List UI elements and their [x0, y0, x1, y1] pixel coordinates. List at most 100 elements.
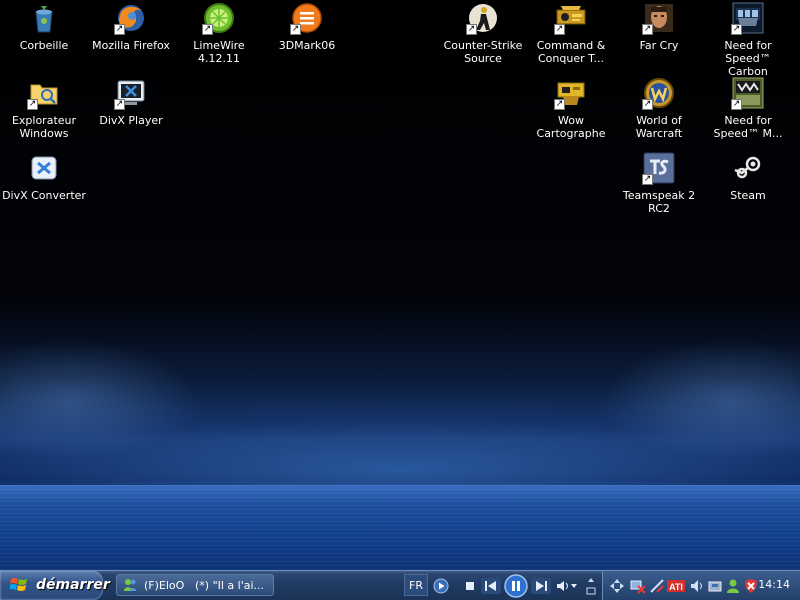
start-label: démarrer — [36, 577, 110, 593]
icon-label: Mozilla Firefox — [92, 39, 170, 52]
previous-icon — [485, 581, 496, 591]
icon-label: DivX Converter — [2, 189, 86, 202]
desktop-icon-counter-strike[interactable]: ↗ Counter-Strike Source — [439, 2, 527, 65]
shortcut-arrow-icon: ↗ — [27, 99, 38, 110]
desktop-icon-firefox[interactable]: ↗ Mozilla Firefox — [87, 2, 175, 52]
icon-label: Wow Cartographe — [536, 114, 606, 140]
divx-converter-icon — [28, 152, 60, 184]
explorer-folder-icon: ↗ — [27, 77, 60, 110]
clock[interactable]: 14:14 — [758, 578, 790, 591]
icon-label: Explorateur Windows — [11, 114, 77, 140]
tray-network-arrows-icon[interactable] — [609, 578, 625, 594]
shortcut-arrow-icon: ↗ — [554, 24, 565, 35]
pause-button[interactable] — [504, 574, 528, 598]
desktop-icon-world-of-warcraft[interactable]: ↗ World of Warcraft — [615, 77, 703, 140]
command-conquer-icon: ↗ — [554, 2, 587, 35]
icon-label: Need for Speed™ Carbon — [724, 39, 772, 78]
restore-arrows-icon — [586, 578, 596, 595]
desktop-icon-explorateur[interactable]: ↗ Explorateur Windows — [0, 77, 88, 140]
shortcut-arrow-icon: ↗ — [642, 174, 653, 185]
icon-label: Command & Conquer T... — [536, 39, 606, 65]
limewire-icon: ↗ — [202, 2, 235, 35]
tray-security-alert-icon[interactable] — [743, 578, 759, 594]
task-contact-name: (F)EloO — [144, 579, 185, 592]
shortcut-arrow-icon: ↗ — [114, 24, 125, 35]
tray-wireless-icon[interactable] — [649, 578, 665, 594]
icon-label: Need for Speed™ M... — [713, 114, 783, 140]
desktop-icon-teamspeak[interactable]: ↗ Teamspeak 2 RC2 — [615, 152, 703, 215]
play-icon — [433, 578, 449, 594]
icon-label: 3DMark06 — [278, 39, 336, 52]
wallpaper-glow-left — [0, 340, 200, 460]
desktop-icon-3dmark[interactable]: ↗ 3DMark06 — [263, 2, 351, 52]
windows-logo-icon — [10, 578, 27, 591]
tray-speaker-icon[interactable] — [689, 578, 705, 594]
desktop-icon-command-conquer[interactable]: ↗ Command & Conquer T... — [527, 2, 615, 65]
tray-network-disconnected-icon[interactable] — [630, 578, 646, 594]
tray-messenger-icon[interactable] — [725, 578, 741, 594]
stop-button[interactable] — [463, 578, 477, 594]
next-button[interactable] — [531, 578, 551, 594]
counter-strike-icon: ↗ — [466, 2, 499, 35]
icon-label: LimeWire 4.12.11 — [193, 39, 245, 65]
icon-label: DivX Player — [99, 114, 163, 127]
system-tray: ATI 14:14 — [602, 571, 800, 600]
taskbar: démarrer (F)EloO (*) "Il a l'ai... FR AT… — [0, 570, 800, 600]
svg-text:ATI: ATI — [669, 582, 683, 592]
media-toolbar-restore-button[interactable] — [585, 575, 597, 597]
divx-player-icon: ↗ — [114, 77, 147, 110]
steam-icon — [732, 152, 764, 184]
icon-label: Steam — [730, 189, 766, 202]
icon-label: World of Warcraft — [635, 114, 683, 140]
shortcut-arrow-icon: ↗ — [466, 24, 477, 35]
tray-ati-icon[interactable]: ATI — [667, 578, 685, 594]
task-window-title: (*) "Il a l'ai... — [195, 579, 265, 592]
wallpaper-glow-right — [600, 340, 800, 460]
desktop-icon-divx-converter[interactable]: DivX Converter — [0, 152, 88, 202]
desktop-icon-far-cry[interactable]: ↗ Far Cry — [615, 2, 703, 52]
far-cry-icon: ↗ — [642, 2, 675, 35]
wow-cartographe-icon: ↗ — [554, 77, 587, 110]
shortcut-arrow-icon: ↗ — [642, 24, 653, 35]
next-icon — [536, 581, 547, 591]
teamspeak-icon: ↗ — [642, 152, 675, 185]
taskbar-window-messenger[interactable]: (F)EloO (*) "Il a l'ai... — [116, 574, 274, 596]
nfs-most-wanted-icon: ↗ — [731, 77, 764, 110]
icon-label: Teamspeak 2 RC2 — [622, 189, 696, 215]
messenger-buddy-icon — [124, 579, 136, 591]
desktop-icon-divx-player[interactable]: ↗ DivX Player — [87, 77, 175, 127]
desktop-icon-nfs-carbon[interactable]: ↗ Need for Speed™ Carbon — [704, 2, 792, 78]
shortcut-arrow-icon: ↗ — [290, 24, 301, 35]
shortcut-arrow-icon: ↗ — [642, 99, 653, 110]
tray-hardware-icon[interactable] — [707, 578, 723, 594]
icon-label: Counter-Strike Source — [443, 39, 523, 65]
volume-button[interactable] — [555, 578, 579, 594]
desktop-icon-limewire[interactable]: ↗ LimeWire 4.12.11 — [175, 2, 263, 65]
pause-icon — [504, 574, 528, 598]
icon-label: Corbeille — [19, 39, 69, 52]
shortcut-arrow-icon: ↗ — [731, 24, 742, 35]
firefox-icon: ↗ — [114, 2, 147, 35]
shortcut-arrow-icon: ↗ — [554, 99, 565, 110]
nfs-carbon-icon: ↗ — [731, 2, 764, 35]
media-player-toolbar — [431, 573, 599, 599]
desktop-icon-corbeille[interactable]: Corbeille — [0, 2, 88, 52]
previous-button[interactable] — [481, 578, 501, 594]
volume-icon — [557, 581, 577, 591]
shortcut-arrow-icon: ↗ — [202, 24, 213, 35]
stop-icon — [466, 582, 474, 590]
3dmark-icon: ↗ — [290, 2, 323, 35]
desktop-icon-wow-cartographe[interactable]: ↗ Wow Cartographe — [527, 77, 615, 140]
world-of-warcraft-icon: ↗ — [642, 77, 675, 110]
desktop-icon-steam[interactable]: Steam — [704, 152, 792, 202]
shortcut-arrow-icon: ↗ — [114, 99, 125, 110]
recycle-bin-icon — [28, 2, 60, 34]
wallpaper-horizon — [0, 485, 800, 570]
icon-label: Far Cry — [639, 39, 679, 52]
language-indicator[interactable]: FR — [404, 574, 428, 596]
shortcut-arrow-icon: ↗ — [731, 99, 742, 110]
desktop-icon-nfs-most-wanted[interactable]: ↗ Need for Speed™ M... — [704, 77, 792, 140]
start-button[interactable]: démarrer — [0, 571, 110, 600]
play-button[interactable] — [433, 578, 449, 594]
desktop: Corbeille ↗ Mozilla Firefox ↗ LimeWire 4… — [0, 0, 800, 570]
